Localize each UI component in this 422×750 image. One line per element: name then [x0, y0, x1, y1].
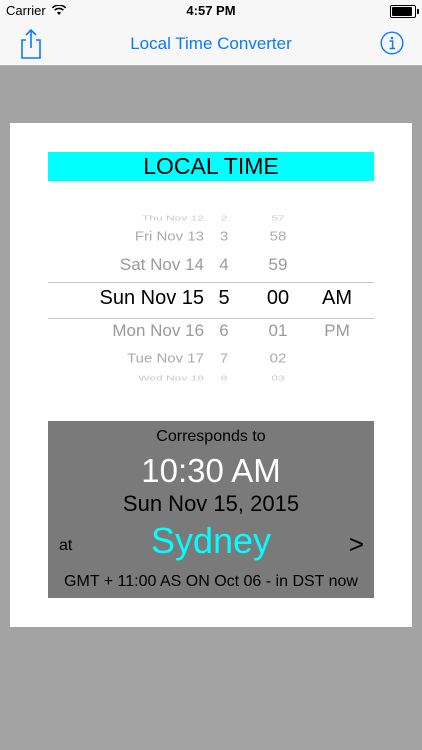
picker-hour-option[interactable]: 4: [208, 256, 240, 275]
picker-date-option[interactable]: Thu Nov 12: [48, 214, 204, 222]
picker-hour-option[interactable]: 7: [208, 351, 240, 365]
result-panel: Corresponds to 10:30 AM Sun Nov 15, 2015…: [48, 421, 374, 598]
picker-minute-option[interactable]: 02: [258, 351, 298, 365]
minute-wheel[interactable]: 57 58 59 00 01 02 03: [258, 208, 298, 388]
picker-hour-option[interactable]: 3: [208, 229, 240, 243]
corresponds-label: Corresponds to: [156, 428, 266, 445]
picker-date-option[interactable]: Tue Nov 17: [48, 351, 204, 365]
gmt-info: GMT + 11:00 AS ON Oct 06 - in DST now: [64, 573, 358, 590]
status-time: 4:57 PM: [186, 3, 236, 18]
hour-wheel[interactable]: 2 3 4 5 6 7 8: [208, 208, 240, 388]
navigation-bar: Local Time Converter: [0, 22, 422, 66]
picker-date-option[interactable]: Fri Nov 13: [48, 229, 204, 243]
local-time-header: LOCAL TIME: [48, 152, 374, 181]
picker-hour-option[interactable]: 8: [208, 374, 240, 382]
picker-hour-option[interactable]: 5: [208, 287, 240, 310]
content-card: LOCAL TIME Thu Nov 12 Fri Nov 13 Sat Nov 1…: [10, 123, 412, 627]
picker-date-option[interactable]: Sun Nov 15: [48, 287, 204, 310]
date-time-picker[interactable]: Thu Nov 12 Fri Nov 13 Sat Nov 14 Sun Nov 15…: [48, 208, 374, 388]
date-wheel[interactable]: Thu Nov 12 Fri Nov 13 Sat Nov 14 Sun Nov 15…: [48, 208, 204, 388]
ampm-wheel[interactable]: AM PM: [316, 208, 358, 388]
info-icon[interactable]: [380, 31, 404, 55]
picker-date-option[interactable]: Wed Nov 18: [48, 374, 204, 382]
converted-time: 10:30 AM: [141, 452, 281, 489]
picker-minute-option[interactable]: 59: [258, 256, 298, 275]
nav-title: Local Time Converter: [130, 34, 292, 53]
city-select-arrow[interactable]: >: [349, 529, 364, 560]
picker-minute-option[interactable]: 01: [258, 322, 298, 341]
picker-minute-option[interactable]: 57: [258, 214, 298, 222]
picker-date-option[interactable]: Sat Nov 14: [48, 256, 204, 275]
picker-date-option[interactable]: Mon Nov 16: [48, 322, 204, 341]
picker-hour-option[interactable]: 6: [208, 322, 240, 341]
converted-date: Sun Nov 15, 2015: [122, 491, 300, 516]
picker-ampm-option[interactable]: PM: [316, 322, 358, 341]
picker-ampm-option[interactable]: AM: [316, 287, 358, 310]
picker-minute-option[interactable]: 03: [258, 374, 298, 382]
picker-hour-option[interactable]: 2: [208, 214, 240, 222]
status-bar: Carrier 4:57 PM: [0, 0, 422, 22]
picker-minute-option[interactable]: 00: [258, 287, 298, 310]
picker-minute-option[interactable]: 58: [258, 229, 298, 243]
battery-icon: [390, 5, 419, 18]
city-name[interactable]: Sydney: [48, 520, 374, 562]
